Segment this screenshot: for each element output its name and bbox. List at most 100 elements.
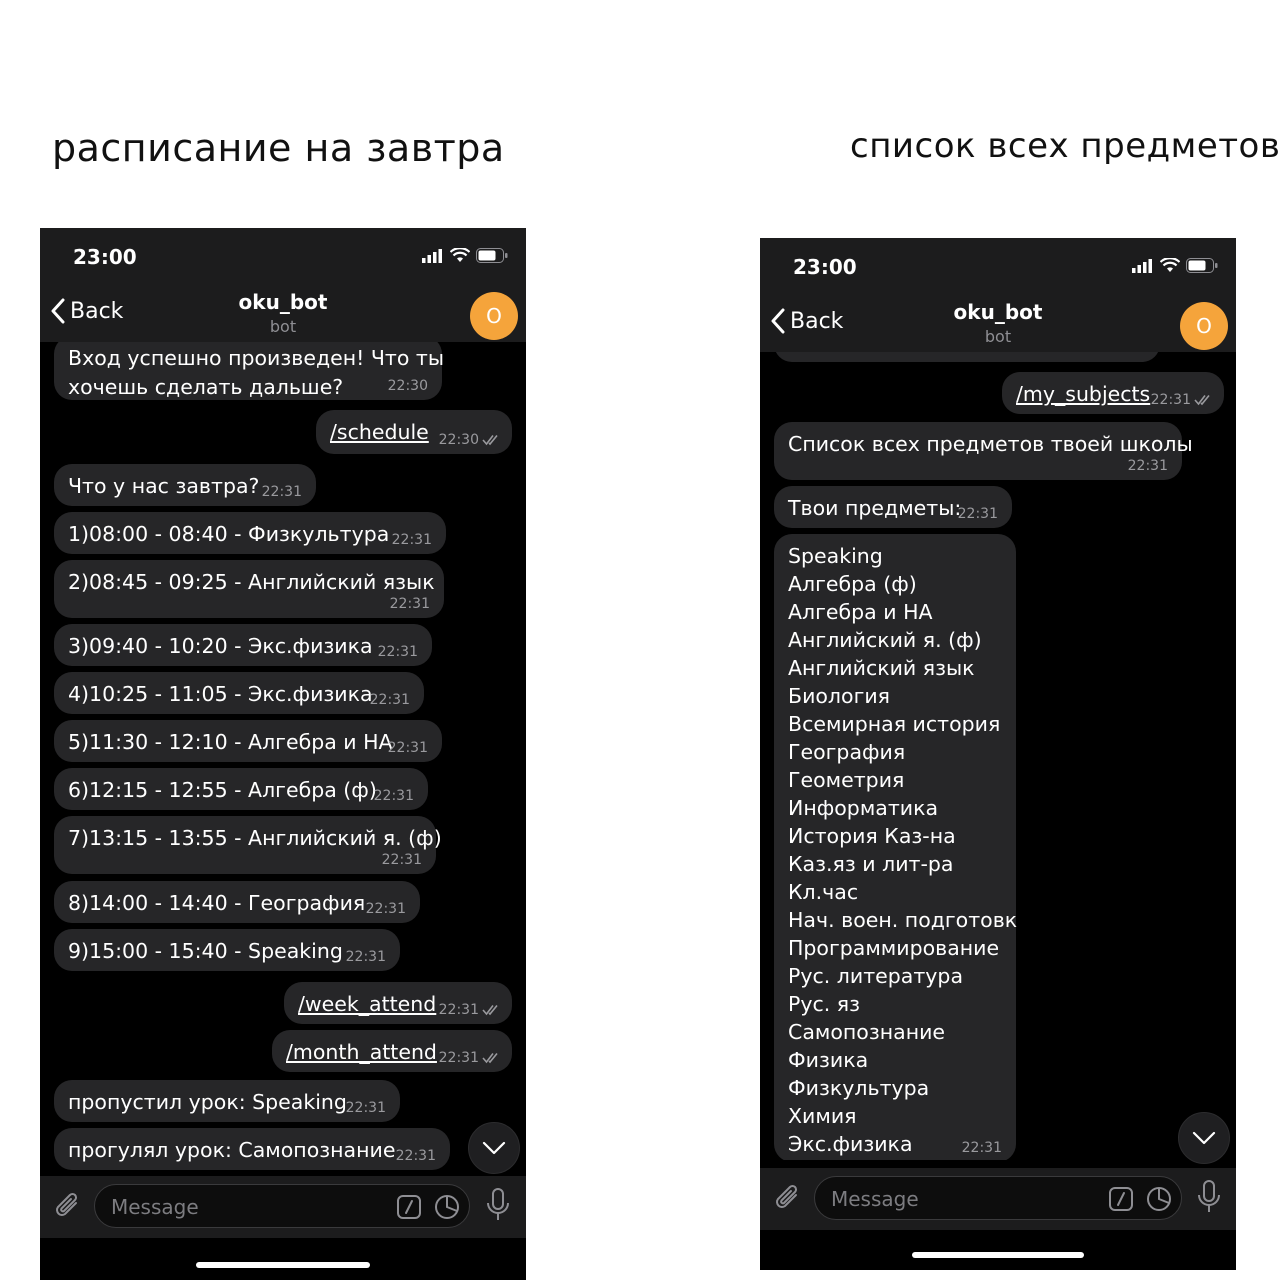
message-text: 3)09:40 - 10:20 - Экс.физика	[68, 634, 373, 658]
message-bubble: 5)11:30 - 12:10 - Алгебра и НА 22:31	[54, 720, 442, 762]
message-bubble: Вход успешно произведен! Что ты хочешь с…	[54, 342, 445, 400]
message-bubble: 9)15:00 - 15:40 - Speaking 22:31	[54, 929, 400, 971]
input-bar: Message	[760, 1168, 1236, 1230]
double-check-icon	[482, 434, 498, 446]
double-check-icon	[482, 1052, 498, 1064]
double-check-icon	[482, 1004, 498, 1016]
message-text: 4)10:25 - 11:05 - Экс.физика	[68, 682, 373, 706]
subject-item: Всемирная история	[788, 712, 1001, 736]
subject-item: Самопознание	[788, 1020, 946, 1044]
sticker-icon[interactable]	[434, 1194, 460, 1220]
battery-icon	[476, 248, 508, 263]
message-time: 22:31	[387, 740, 428, 756]
message-placeholder: Message	[831, 1187, 919, 1211]
message-bubble: 6)12:15 - 12:55 - Алгебра (ф) 22:31	[54, 768, 428, 810]
message-text: 2)08:45 - 09:25 - Английский язык	[68, 570, 435, 594]
slash-command-icon[interactable]	[1108, 1186, 1134, 1212]
message-text: пропустил урок: Speaking	[68, 1090, 347, 1114]
phone-schedule: 23:00 Back oku_bot bot O Вход успешно пр…	[40, 228, 526, 1280]
subject-item: Speaking	[788, 544, 883, 568]
message-text: 7)13:15 - 13:55 - Английский я. (ф)	[68, 826, 442, 850]
subject-item: Рус. литература	[788, 964, 964, 988]
message-bubble-outgoing: /month_attend 22:31	[272, 1030, 512, 1072]
subject-item: Физкультура	[788, 1076, 930, 1100]
message-text: Твои предметы:	[788, 496, 962, 520]
home-indicator	[196, 1262, 370, 1268]
signal-icon	[422, 248, 442, 263]
left-caption: расписание на завтра	[52, 126, 505, 170]
message-time: 22:31	[391, 532, 432, 548]
message-text: 5)11:30 - 12:10 - Алгебра и НА	[68, 730, 393, 754]
message-bubble: 2)08:45 - 09:25 - Английский язык 22:31	[54, 560, 444, 618]
message-bubble: 8)14:00 - 14:40 - География 22:31	[54, 881, 420, 923]
subject-item: Информатика	[788, 796, 939, 820]
avatar[interactable]: O	[470, 292, 518, 340]
chevron-down-icon	[482, 1141, 506, 1155]
subject-item: Программирование	[788, 936, 1000, 960]
message-time: 22:30	[387, 378, 428, 394]
wifi-icon	[1160, 258, 1180, 272]
header: 23:00 Back oku_bot bot O	[760, 238, 1236, 352]
message-time: 22:31	[345, 949, 386, 965]
input-bar: Message	[40, 1176, 526, 1238]
message-text: Вход успешно произведен! Что ты	[68, 346, 445, 370]
message-list[interactable]: Вход успешно произведен! Что ты хочешь с…	[40, 342, 526, 1170]
message-bubble: Список всех предметов твоей школы 22:31	[774, 422, 1193, 480]
message-bubble: 7)13:15 - 13:55 - Английский я. (ф) 22:3…	[54, 816, 442, 874]
message-time: 22:31	[389, 596, 430, 612]
chat-subtitle: bot	[984, 327, 1012, 346]
microphone-icon[interactable]	[485, 1188, 511, 1222]
command-link[interactable]: /my_subjects	[1016, 382, 1150, 406]
message-input[interactable]: Message	[814, 1176, 1182, 1220]
status-icons	[1132, 258, 1218, 273]
message-time: 22:31	[395, 1148, 436, 1164]
message-bubble: 3)09:40 - 10:20 - Экс.физика 22:31	[54, 624, 432, 666]
double-check-icon	[1194, 394, 1210, 406]
slash-command-icon[interactable]	[396, 1194, 422, 1220]
subject-item: Химия	[788, 1104, 857, 1128]
subject-item: Алгебра и НА	[788, 600, 933, 624]
message-time: 22:31	[961, 1140, 1002, 1156]
microphone-icon[interactable]	[1196, 1180, 1222, 1214]
subjects-list-bubble: Speaking Алгебра (ф) Алгебра и НА Англий…	[774, 534, 1018, 1160]
command-link[interactable]: /month_attend	[286, 1040, 437, 1064]
subject-item: Биология	[788, 684, 890, 708]
message-text: Список всех предметов твоей школы	[788, 432, 1193, 456]
message-text: 1)08:00 - 08:40 - Физкультура	[68, 522, 390, 546]
scroll-down-button[interactable]	[468, 1122, 520, 1174]
message-bubble: пропустил урок: Speaking 22:31	[54, 1080, 400, 1122]
message-time: 22:31	[381, 852, 422, 868]
message-text: 6)12:15 - 12:55 - Алгебра (ф)	[68, 778, 377, 802]
message-bubble: прогулял урок: Самопознание 22:31	[54, 1128, 450, 1170]
sticker-icon[interactable]	[1146, 1186, 1172, 1212]
message-time: 22:31	[1127, 458, 1168, 474]
message-time: 22:31	[1151, 392, 1212, 408]
avatar[interactable]: O	[1180, 302, 1228, 350]
message-time: 22:31	[373, 788, 414, 804]
command-link[interactable]: /week_attend	[298, 992, 436, 1016]
signal-icon	[1132, 258, 1152, 273]
chat-title: oku_bot	[238, 290, 328, 314]
status-time: 23:00	[793, 255, 857, 279]
message-bubble-outgoing: /my_subjects 22:31	[1002, 372, 1224, 414]
home-indicator	[912, 1252, 1084, 1258]
message-time: 22:31	[369, 692, 410, 708]
status-icons	[422, 248, 508, 263]
subject-item: Нач. воен. подготовк	[788, 908, 1018, 932]
status-time: 23:00	[73, 245, 137, 269]
message-list[interactable]: /my_subjects 22:31 Список всех предметов…	[760, 352, 1236, 1160]
subject-item: Кл.час	[788, 880, 859, 904]
message-input[interactable]: Message	[94, 1184, 470, 1228]
paperclip-icon[interactable]	[54, 1190, 82, 1222]
message-bubble: 4)10:25 - 11:05 - Экс.физика 22:31	[54, 672, 424, 714]
message-time: 22:30	[439, 432, 500, 448]
message-time: 22:31	[377, 644, 418, 660]
message-time: 22:31	[439, 1050, 500, 1066]
chat-title: oku_bot	[953, 300, 1043, 324]
command-link[interactable]: /schedule	[330, 420, 429, 444]
scroll-down-button[interactable]	[1178, 1112, 1230, 1164]
message-bubble: Что у нас завтра? 22:31	[54, 464, 316, 506]
phone-subjects: 23:00 Back oku_bot bot O /my_subjects 22…	[760, 238, 1236, 1270]
paperclip-icon[interactable]	[774, 1182, 802, 1214]
right-caption: список всех предметов	[850, 126, 1280, 166]
